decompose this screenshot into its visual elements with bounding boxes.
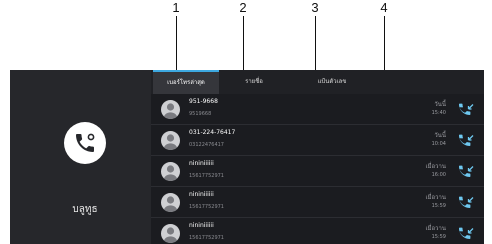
dial-icon[interactable]: [458, 195, 474, 209]
call-day: เมื่อวาน: [425, 225, 446, 232]
phone-icon[interactable]: [64, 122, 106, 164]
contact-name: 951-9668: [189, 98, 218, 105]
callout-line: [175, 16, 177, 70]
call-time: 15:59: [431, 203, 446, 209]
call-row[interactable]: nininiiiiii 15617752971 เมื่อวาน 15:59: [151, 187, 484, 218]
callout-number: 2: [239, 0, 247, 15]
call-day: เมื่อวาน: [425, 163, 446, 170]
call-row[interactable]: nininiiiiii 15617752971 เมื่อวาน 16:00: [151, 156, 484, 187]
contact-name: nininiiiiii: [189, 191, 214, 198]
contact-number: 03122476417: [189, 142, 224, 148]
bluetooth-label: บลูทูธ: [72, 204, 98, 215]
call-time: 10:04: [431, 141, 446, 147]
callout-number: 1: [172, 0, 180, 15]
dial-icon[interactable]: [458, 133, 474, 147]
avatar-icon: [161, 193, 180, 212]
callout-line: [314, 16, 316, 70]
callout-3: 3: [305, 0, 325, 70]
contact-number: 15617752971: [189, 204, 224, 210]
callout-2: 2: [233, 0, 253, 70]
tab-contacts[interactable]: รายชื่อ: [229, 70, 279, 94]
call-time: 15:59: [431, 234, 446, 240]
dial-icon[interactable]: [458, 164, 474, 178]
contact-name: 031-224-76417: [189, 129, 236, 136]
contact-number: 9519668: [189, 111, 212, 117]
tab-recent-calls[interactable]: เบอร์โทรล่าสุด: [153, 70, 219, 94]
contact-name: nininiiiiii: [189, 160, 214, 167]
callout-line: [242, 16, 244, 70]
contact-number: 15617752971: [189, 173, 224, 179]
bluetooth-phone-screen: บลูทูธ เบอร์โทรล่าสุด รายชื่อ แป้นตัวเลข…: [10, 70, 484, 244]
call-time: 16:00: [431, 172, 446, 178]
tab-keypad[interactable]: แป้นตัวเลข: [301, 70, 363, 94]
recent-calls-list: 951-9668 9519668 วันนี้ 15:40 031-224-76…: [151, 94, 484, 244]
callout-number: 4: [380, 0, 388, 15]
call-row[interactable]: nininiiiiii 15617752971 เมื่อวาน 15:59: [151, 218, 484, 244]
avatar-icon: [161, 162, 180, 181]
call-day: วันนี้: [434, 101, 446, 108]
avatar-icon: [161, 131, 180, 150]
call-day: เมื่อวาน: [425, 194, 446, 201]
call-time: 15:40: [431, 110, 446, 116]
bluetooth-panel: บลูทูธ: [10, 70, 151, 244]
callout-number: 3: [311, 0, 319, 15]
dial-icon[interactable]: [458, 226, 474, 240]
avatar-icon: [161, 100, 180, 119]
contact-name: nininiiiiii: [189, 222, 214, 229]
callout-1: 1: [166, 0, 186, 70]
call-row[interactable]: 951-9668 9519668 วันนี้ 15:40: [151, 94, 484, 125]
contact-number: 15617752971: [189, 235, 224, 241]
call-row[interactable]: 031-224-76417 03122476417 วันนี้ 10:04: [151, 125, 484, 156]
avatar-icon: [161, 224, 180, 243]
tab-bar: เบอร์โทรล่าสุด รายชื่อ แป้นตัวเลข: [151, 70, 484, 94]
dial-icon[interactable]: [458, 102, 474, 116]
call-day: วันนี้: [434, 132, 446, 139]
